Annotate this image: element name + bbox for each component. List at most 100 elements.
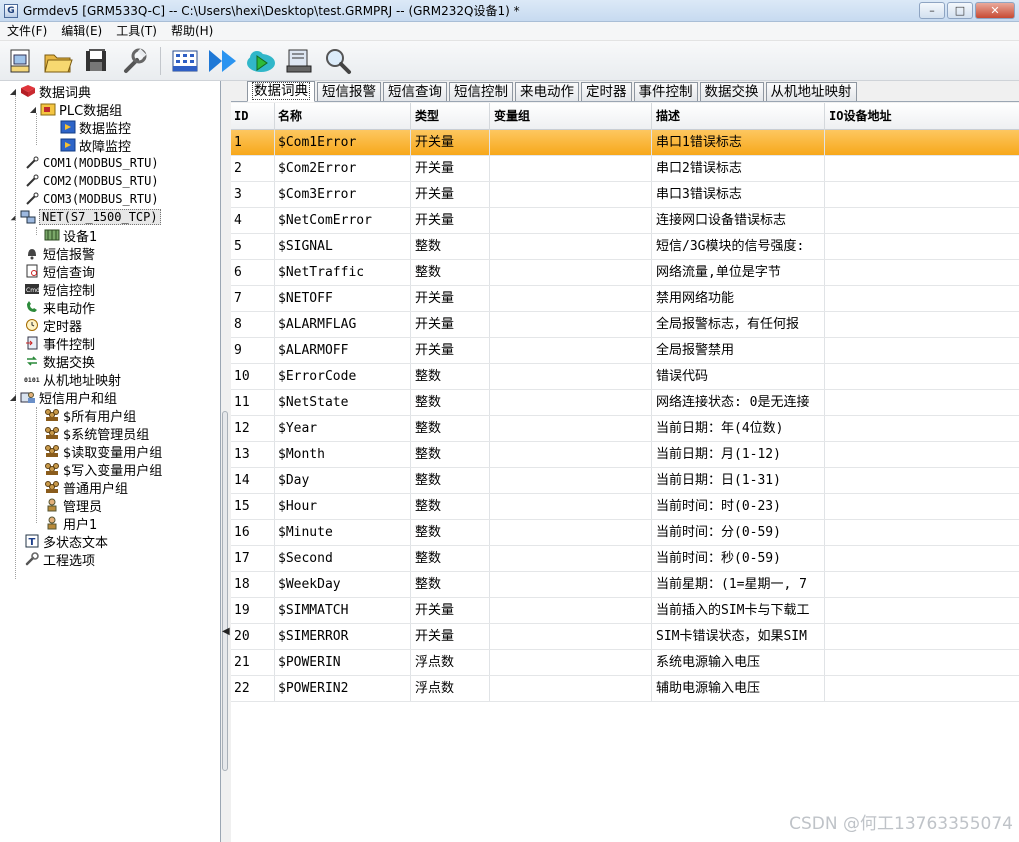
tree-item-project-options[interactable]: 工程选项 xyxy=(24,550,95,569)
project-tree[interactable]: ◢ 数据词典 ◢ PLC数据组 数据监控 故障监控 COM1(MODBUS_RT… xyxy=(0,81,221,842)
cell-name[interactable]: $Minute xyxy=(275,520,411,545)
cell-type[interactable]: 整数 xyxy=(411,468,490,493)
tree-item-com2[interactable]: COM2(MODBUS_RTU) xyxy=(24,172,159,190)
table-row[interactable]: 7 $NETOFF 开关量 禁用网络功能 xyxy=(231,286,1019,312)
table-row[interactable]: 3 $Com3Error 开关量 串口3错误标志 xyxy=(231,182,1019,208)
column-header-id[interactable]: ID xyxy=(231,103,275,130)
cell-description[interactable]: 连接网口设备错误标志 xyxy=(652,208,825,233)
cell-name[interactable]: $ALARMOFF xyxy=(275,338,411,363)
column-header-io-address[interactable]: IO设备地址 xyxy=(825,103,1019,130)
table-row[interactable]: 9 $ALARMOFF 开关量 全局报警禁用 xyxy=(231,338,1019,364)
cell-description[interactable]: 串口1错误标志 xyxy=(652,130,825,155)
cell-id[interactable]: 16 xyxy=(231,520,275,545)
menu-tools[interactable]: 工具(T) xyxy=(109,22,164,41)
cell-name[interactable]: $Com2Error xyxy=(275,156,411,181)
open-folder-icon[interactable] xyxy=(42,45,74,77)
cell-description[interactable]: SIM卡错误状态，如果SIM xyxy=(652,624,825,649)
cell-type[interactable]: 开关量 xyxy=(411,312,490,337)
cell-group[interactable] xyxy=(490,234,652,259)
cell-id[interactable]: 12 xyxy=(231,416,275,441)
cell-group[interactable] xyxy=(490,468,652,493)
table-row[interactable]: 14 $Day 整数 当前日期：日(1-31) xyxy=(231,468,1019,494)
tree-item-multistate-text[interactable]: T 多状态文本 xyxy=(24,532,108,551)
save-icon[interactable] xyxy=(80,45,112,77)
cell-name[interactable]: $POWERIN2 xyxy=(275,676,411,701)
cell-group[interactable] xyxy=(490,260,652,285)
cell-group[interactable] xyxy=(490,338,652,363)
cell-description[interactable]: 当前日期：日(1-31) xyxy=(652,468,825,493)
collapse-left-icon[interactable]: ◀ xyxy=(222,626,230,637)
cell-name[interactable]: $ALARMFLAG xyxy=(275,312,411,337)
cell-id[interactable]: 17 xyxy=(231,546,275,571)
cell-name[interactable]: $NETOFF xyxy=(275,286,411,311)
cell-group[interactable] xyxy=(490,546,652,571)
tree-item-user1[interactable]: 用户1 xyxy=(44,514,97,533)
cell-description[interactable]: 全局报警禁用 xyxy=(652,338,825,363)
minimize-button[interactable]: – xyxy=(919,2,945,19)
tree-item-sms-alarm[interactable]: 短信报警 xyxy=(24,244,95,263)
cell-group[interactable] xyxy=(490,442,652,467)
column-header-type[interactable]: 类型 xyxy=(411,103,490,130)
cell-description[interactable]: 串口2错误标志 xyxy=(652,156,825,181)
table-row[interactable]: 22 $POWERIN2 浮点数 辅助电源输入电压 xyxy=(231,676,1019,702)
cell-name[interactable]: $POWERIN xyxy=(275,650,411,675)
cell-id[interactable]: 13 xyxy=(231,442,275,467)
menu-edit[interactable]: 编辑(E) xyxy=(54,22,109,41)
cell-io-address[interactable] xyxy=(825,442,1019,467)
device-config-icon[interactable] xyxy=(283,45,315,77)
tree-item-sms-users-groups[interactable]: ◢ 短信用户和组 xyxy=(8,388,117,407)
tree-item-data-monitor[interactable]: 数据监控 xyxy=(60,118,131,137)
grid-monitor-icon[interactable] xyxy=(169,45,201,77)
cell-group[interactable] xyxy=(490,572,652,597)
cell-name[interactable]: $NetState xyxy=(275,390,411,415)
cell-io-address[interactable] xyxy=(825,182,1019,207)
cell-group[interactable] xyxy=(490,390,652,415)
cell-name[interactable]: $Year xyxy=(275,416,411,441)
cell-type[interactable]: 开关量 xyxy=(411,182,490,207)
cell-type[interactable]: 整数 xyxy=(411,494,490,519)
cell-group[interactable] xyxy=(490,208,652,233)
variable-table[interactable]: ID 名称 类型 变量组 描述 IO设备地址 1 $Com1Error 开关量 串口1… xyxy=(231,103,1019,842)
cell-type[interactable]: 开关量 xyxy=(411,286,490,311)
maximize-button[interactable]: □ xyxy=(947,2,973,19)
cell-io-address[interactable] xyxy=(825,286,1019,311)
cell-type[interactable]: 整数 xyxy=(411,390,490,415)
cell-type[interactable]: 整数 xyxy=(411,546,490,571)
table-row[interactable]: 19 $SIMMATCH 开关量 当前插入的SIM卡与下载工 xyxy=(231,598,1019,624)
cell-group[interactable] xyxy=(490,130,652,155)
tab-sms-query[interactable]: 短信查询 xyxy=(383,82,447,101)
tree-item-read-var-group[interactable]: $读取变量用户组 xyxy=(44,442,162,461)
cell-description[interactable]: 全局报警标志，有任何报 xyxy=(652,312,825,337)
cell-description[interactable]: 错误代码 xyxy=(652,364,825,389)
new-project-icon[interactable] xyxy=(4,45,36,77)
cell-id[interactable]: 3 xyxy=(231,182,275,207)
table-row[interactable]: 12 $Year 整数 当前日期：年(4位数) xyxy=(231,416,1019,442)
tree-item-write-var-group[interactable]: $写入变量用户组 xyxy=(44,460,162,479)
cell-id[interactable]: 5 xyxy=(231,234,275,259)
cell-io-address[interactable] xyxy=(825,624,1019,649)
cell-description[interactable]: 当前星期：(1=星期一, 7 xyxy=(652,572,825,597)
table-row[interactable]: 11 $NetState 整数 网络连接状态: 0是无连接 xyxy=(231,390,1019,416)
cell-id[interactable]: 22 xyxy=(231,676,275,701)
table-row[interactable]: 4 $NetComError 开关量 连接网口设备错误标志 xyxy=(231,208,1019,234)
tree-item-net[interactable]: ◢ NET(S7_1500_TCP) xyxy=(8,208,161,226)
tab-timer[interactable]: 定时器 xyxy=(581,82,632,101)
cell-name[interactable]: $Day xyxy=(275,468,411,493)
menu-file[interactable]: 文件(F) xyxy=(0,22,54,41)
cell-name[interactable]: $ErrorCode xyxy=(275,364,411,389)
cell-name[interactable]: $NetComError xyxy=(275,208,411,233)
cell-id[interactable]: 9 xyxy=(231,338,275,363)
cell-group[interactable] xyxy=(490,364,652,389)
table-row[interactable]: 13 $Month 整数 当前日期：月(1-12) xyxy=(231,442,1019,468)
cell-group[interactable] xyxy=(490,494,652,519)
cell-io-address[interactable] xyxy=(825,676,1019,701)
cell-group[interactable] xyxy=(490,182,652,207)
cell-description[interactable]: 网络流量,单位是字节 xyxy=(652,260,825,285)
cell-io-address[interactable] xyxy=(825,468,1019,493)
cell-type[interactable]: 整数 xyxy=(411,364,490,389)
table-row[interactable]: 16 $Minute 整数 当前时间：分(0-59) xyxy=(231,520,1019,546)
table-row[interactable]: 20 $SIMERROR 开关量 SIM卡错误状态，如果SIM xyxy=(231,624,1019,650)
splitter-grip[interactable] xyxy=(222,411,228,771)
search-icon[interactable] xyxy=(321,45,353,77)
tab-data-dictionary[interactable]: 数据词典 xyxy=(247,81,315,102)
